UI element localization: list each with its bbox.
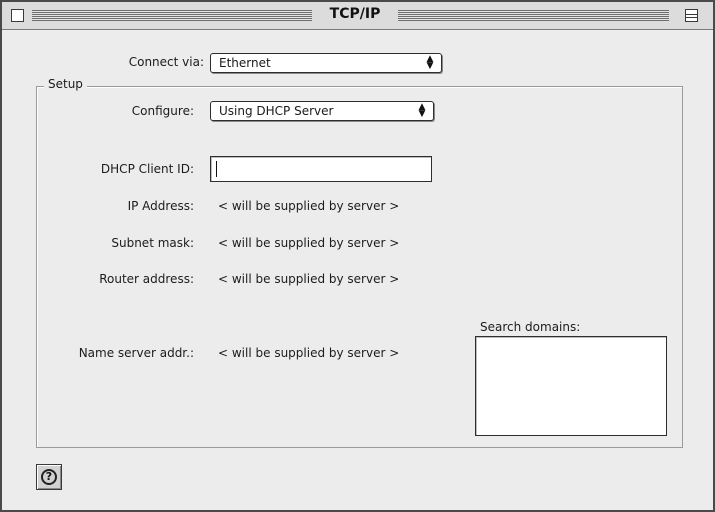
- setup-group-label: Setup: [44, 77, 87, 91]
- title-stripes-right: [398, 10, 669, 21]
- configure-value: Using DHCP Server: [219, 104, 334, 118]
- title-bar[interactable]: TCP/IP: [2, 2, 713, 30]
- text-cursor: [216, 161, 217, 177]
- configure-popup[interactable]: Using DHCP Server ▲ ▼: [210, 101, 434, 121]
- connect-via-popup[interactable]: Ethernet ▲ ▼: [210, 53, 442, 73]
- connect-via-label: Connect via:: [128, 55, 204, 69]
- dhcp-client-id-field[interactable]: [210, 156, 432, 182]
- configure-label: Configure:: [131, 104, 194, 118]
- title-stripes-left: [32, 10, 312, 21]
- up-down-arrows-icon: ▲ ▼: [418, 102, 426, 119]
- router-address-value: < will be supplied by server >: [218, 272, 400, 286]
- question-mark-icon: ?: [41, 469, 57, 485]
- search-domains-field[interactable]: [475, 336, 667, 436]
- connect-via-value: Ethernet: [219, 56, 271, 70]
- up-down-arrows-icon: ▲ ▼: [426, 54, 434, 71]
- router-address-label: Router address:: [99, 272, 194, 286]
- search-domains-label: Search domains:: [480, 320, 581, 334]
- help-button[interactable]: ?: [36, 464, 62, 490]
- ip-address-label: IP Address:: [127, 199, 194, 213]
- ip-address-value: < will be supplied by server >: [218, 199, 400, 213]
- zoom-box[interactable]: [685, 9, 698, 22]
- name-server-value: < will be supplied by server >: [218, 346, 400, 360]
- name-server-label: Name server addr.:: [78, 346, 194, 360]
- subnet-mask-value: < will be supplied by server >: [218, 236, 400, 250]
- close-box[interactable]: [11, 9, 24, 22]
- tcpip-window: TCP/IP Connect via: Ethernet ▲ ▼ Setup Co…: [0, 0, 715, 512]
- subnet-mask-label: Subnet mask:: [111, 236, 194, 250]
- window-title: TCP/IP: [329, 6, 381, 22]
- dhcp-client-id-label: DHCP Client ID:: [100, 162, 194, 176]
